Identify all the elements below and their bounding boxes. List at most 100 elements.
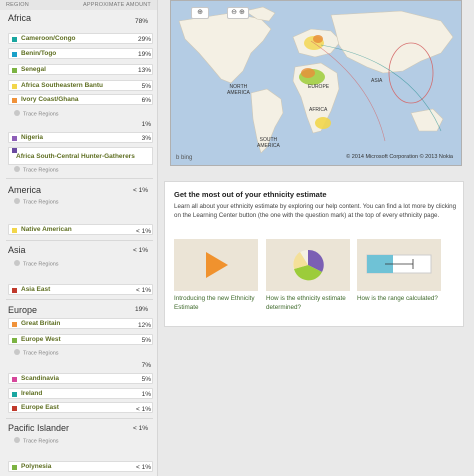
color-swatch (12, 97, 17, 103)
subregion-label: Scandinavia (21, 375, 59, 382)
subregion-label: Europe West (21, 336, 61, 343)
subregion-label: Cameroon/Congo (21, 35, 76, 42)
subregion-great-britain[interactable]: Great Britain (8, 318, 153, 329)
help-content-card: Get the most out of your ethnicity estim… (164, 181, 464, 327)
region-africa-percent: 78% (134, 18, 148, 25)
trace-regions-link[interactable]: Trace Regions (14, 349, 59, 356)
color-swatch (12, 405, 17, 411)
subregion-value: < 1% (136, 464, 151, 471)
subregion-value: 6% (141, 97, 151, 104)
region-asia-percent: < 1% (133, 247, 148, 254)
trace-regions-link[interactable]: Trace Regions (14, 437, 59, 444)
subregion-label: Benin/Togo (21, 50, 57, 57)
subregion-label: Asia East (21, 286, 51, 293)
pie-chart-tile[interactable] (266, 239, 350, 291)
card-description: Learn all about your ethnicity estimate … (174, 203, 457, 219)
trace-regions-icon (14, 437, 20, 443)
subregion-value: 5% (141, 83, 151, 90)
subregion-label: Africa Southeastern Bantu (21, 82, 103, 89)
other-regions-value: 7% (141, 362, 151, 369)
map-label-north-america: NORTH AMERICA (227, 84, 250, 96)
trace-regions-icon (14, 349, 20, 355)
panel-header: REGION APPROXIMATE AMOUNT (0, 0, 157, 10)
card-title: Get the most out of your ethnicity estim… (174, 190, 327, 199)
ethnicity-region-panel: REGION APPROXIMATE AMOUNT Africa 78% Cam… (0, 0, 158, 476)
subregion-label: Ivory Coast/Ghana (21, 96, 79, 103)
subregion-asia-east[interactable]: Asia East (8, 284, 153, 295)
subregion-value: 12% (137, 322, 151, 329)
color-swatch (12, 135, 17, 141)
subregion-polynesia[interactable]: Polynesia (8, 461, 153, 472)
divider (6, 418, 153, 419)
subregion-value: 13% (137, 67, 151, 74)
color-swatch (12, 321, 17, 327)
link-how-range-calculated[interactable]: How is the range calculated? (357, 295, 441, 304)
color-swatch (12, 83, 17, 89)
divider (6, 299, 153, 300)
link-how-estimate-determined[interactable]: How is the ethnicity estimate determined… (266, 295, 350, 312)
subregion-label: Polynesia (21, 463, 52, 470)
subregion-scandinavia[interactable]: Scandinavia (8, 373, 153, 384)
map-label-south-america: SOUTH AMERICA (257, 137, 280, 149)
map-label-europe: EUROPE (308, 84, 330, 90)
world-map[interactable]: ⊕ ⊖ ⊕ NORTH AMERICA EUROPE ASIA AFRICA S… (170, 0, 462, 166)
subregion-label: Great Britain (21, 320, 61, 327)
subregion-label: Africa South-Central Hunter-Gatherers (16, 153, 135, 160)
link-introducing-ethnicity-estimate[interactable]: Introducing the new Ethnicity Estimate (174, 295, 258, 312)
color-swatch (12, 36, 17, 42)
region-europe-name[interactable]: Europe (8, 305, 37, 315)
range-bar-icon (366, 254, 432, 274)
subregion-ivory-coast-ghana[interactable]: Ivory Coast/Ghana (8, 94, 153, 105)
trace-regions-link[interactable]: Trace Regions (14, 110, 59, 117)
map-label-africa: AFRICA (309, 107, 328, 113)
subregion-value: 29% (137, 36, 151, 43)
subregion-cameroon-congo[interactable]: Cameroon/Congo (8, 33, 153, 44)
subregion-senegal[interactable]: Senegal (8, 64, 153, 75)
subregion-europe-east[interactable]: Europe East (8, 402, 153, 413)
color-swatch (12, 51, 17, 57)
map-label-asia: ASIA (371, 78, 383, 84)
color-swatch (12, 337, 17, 343)
region-europe-percent: 19% (134, 306, 148, 313)
subregion-value: 5% (141, 376, 151, 383)
subregion-africa-southeastern-bantu[interactable]: Africa Southeastern Bantu (8, 80, 153, 91)
other-regions-value: 1% (141, 121, 151, 128)
region-america-name[interactable]: America (8, 185, 41, 195)
trace-regions-icon (14, 260, 20, 266)
region-pacific-islander-name[interactable]: Pacific Islander (8, 423, 69, 433)
map-pan-control[interactable]: ⊕ (191, 7, 209, 19)
region-pacific-islander-percent: < 1% (133, 425, 148, 432)
color-swatch (12, 227, 17, 233)
region-asia-name[interactable]: Asia (8, 245, 26, 255)
color-swatch (12, 391, 17, 397)
amount-column-header: APPROXIMATE AMOUNT (83, 2, 151, 8)
color-swatch (12, 287, 17, 293)
subregion-label: Ireland (21, 390, 43, 397)
trace-regions-link[interactable]: Trace Regions (14, 166, 59, 173)
color-swatch (12, 464, 17, 470)
map-zoom-control[interactable]: ⊖ ⊕ (227, 7, 249, 19)
subregion-label: Senegal (21, 66, 46, 73)
divider (6, 240, 153, 241)
subregion-value: 3% (141, 135, 151, 142)
subregion-europe-west[interactable]: Europe West (8, 334, 153, 345)
region-america-percent: < 1% (133, 187, 148, 194)
region-africa-name[interactable]: Africa (8, 13, 31, 23)
trace-regions-icon (14, 166, 20, 172)
subregion-value: < 1% (136, 228, 151, 235)
subregion-ireland[interactable]: Ireland (8, 388, 153, 399)
subregion-africa-south-central-hunter-gatherers[interactable]: Africa South-Central Hunter-Gatherers (8, 147, 153, 165)
video-tile[interactable] (174, 239, 258, 291)
trace-regions-link[interactable]: Trace Regions (14, 260, 59, 267)
subregion-native-american[interactable]: Native American (8, 224, 153, 235)
trace-regions-link[interactable]: Trace Regions (14, 198, 59, 205)
subregion-value: < 1% (136, 287, 151, 294)
map-copyright: © 2014 Microsoft Corporation © 2013 Noki… (346, 154, 453, 160)
color-swatch (12, 376, 17, 382)
range-tile[interactable] (357, 239, 441, 291)
bing-logo: b bing (176, 155, 193, 161)
subregion-benin-togo[interactable]: Benin/Togo (8, 48, 153, 59)
pie-chart-icon (293, 249, 324, 281)
subregion-nigeria[interactable]: Nigeria (8, 132, 153, 143)
subregion-label: Nigeria (21, 134, 44, 141)
